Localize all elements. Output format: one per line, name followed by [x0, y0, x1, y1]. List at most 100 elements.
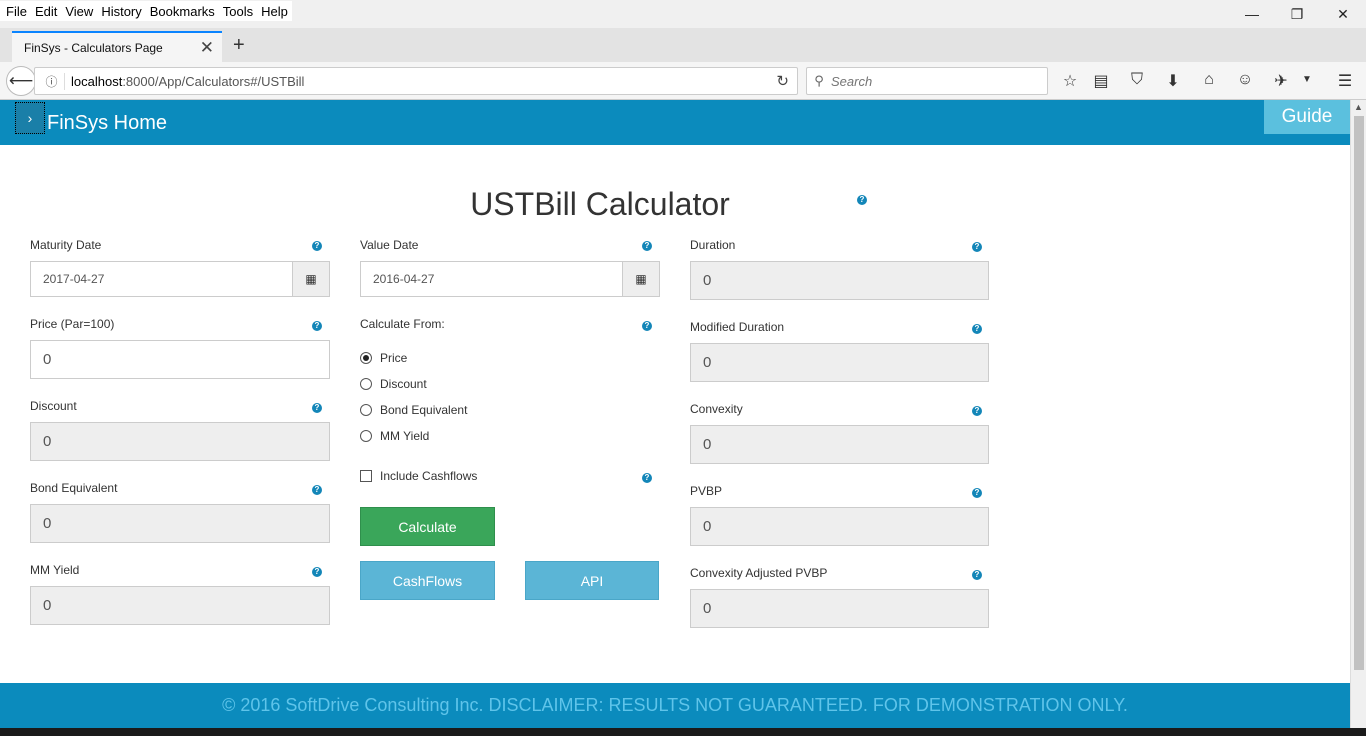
site-info-icon[interactable]: ⓘ	[39, 72, 65, 90]
radio-mm-yield-indicator[interactable]	[360, 430, 372, 442]
bookmark-star-icon[interactable]: ☆	[1058, 71, 1082, 93]
calculate-from-help-icon[interactable]: ?	[642, 321, 652, 331]
chat-icon[interactable]: ☺	[1233, 71, 1257, 93]
radio-bond-equivalent-label: Bond Equivalent	[380, 403, 468, 417]
maturity-date-label: Maturity Date	[30, 238, 102, 252]
duration-help-icon[interactable]: ?	[972, 242, 982, 252]
menu-history[interactable]: History	[97, 4, 145, 19]
navigation-toolbar: ⟵ ⓘ localhost:8000/App/Calculators#/USTB…	[0, 62, 1366, 100]
discount-help-icon[interactable]: ?	[312, 403, 322, 413]
menu-help[interactable]: Help	[257, 4, 292, 19]
discount-label: Discount	[30, 399, 77, 413]
downloads-icon[interactable]: ⬇	[1161, 71, 1185, 93]
sidebar-toggle-button[interactable]: ›	[15, 102, 45, 134]
include-cashflows-checkbox[interactable]: Include Cashflows	[360, 469, 477, 483]
search-bar[interactable]: ⚲	[806, 67, 1048, 95]
radio-price[interactable]: Price	[360, 351, 407, 365]
convexity-adjusted-pvbp-label: Convexity Adjusted PVBP	[690, 566, 828, 580]
guide-button[interactable]: Guide	[1264, 100, 1350, 134]
maturity-help-icon[interactable]: ?	[312, 241, 322, 251]
menu-list: File Edit View History Bookmarks Tools H…	[0, 1, 292, 21]
overflow-chevron-icon[interactable]: ▼	[1295, 74, 1319, 96]
restore-button[interactable]: ❐	[1274, 0, 1320, 28]
include-cashflows-help-icon[interactable]: ?	[642, 473, 652, 483]
menu-bar: File Edit View History Bookmarks Tools H…	[0, 0, 1366, 22]
brand-link[interactable]: FinSys Home	[47, 112, 167, 135]
value-date-help-icon[interactable]: ?	[642, 241, 652, 251]
url-host: localhost	[71, 73, 123, 89]
mm-yield-label: MM Yield	[30, 563, 80, 577]
page-title: USTBill Calculator	[470, 186, 730, 222]
page-scrollbar[interactable]: ▲	[1350, 100, 1366, 728]
price-label: Price (Par=100)	[30, 317, 115, 331]
radio-mm-yield[interactable]: MM Yield	[360, 429, 429, 443]
page-content: › FinSys Home Guide USTBill Calculator ?…	[0, 100, 1350, 728]
scroll-up-icon[interactable]: ▲	[1354, 102, 1363, 112]
close-window-button[interactable]: ✕	[1320, 0, 1366, 28]
convexity-help-icon[interactable]: ?	[972, 406, 982, 416]
radio-bond-equivalent-indicator[interactable]	[360, 404, 372, 416]
pvbp-label: PVBP	[690, 484, 723, 498]
footer-disclaimer: © 2016 SoftDrive Consulting Inc. DISCLAI…	[0, 683, 1350, 728]
url-text: localhost:8000/App/Calculators#/USTBill	[65, 74, 304, 89]
pvbp-field: 0	[690, 507, 989, 546]
modified-duration-help-icon[interactable]: ?	[972, 324, 982, 334]
price-input[interactable]: 0	[30, 340, 330, 379]
radio-price-indicator[interactable]	[360, 352, 372, 364]
calendar-icon[interactable]: ▦	[622, 262, 659, 296]
new-tab-button[interactable]: +	[233, 34, 245, 57]
value-date-input[interactable]: 2016-04-27	[361, 262, 622, 296]
back-arrow-icon: ⟵	[8, 71, 34, 90]
maturity-date-input[interactable]: 2017-04-27	[31, 262, 292, 296]
tab-close-icon[interactable]: ✕	[200, 38, 214, 58]
calculate-button[interactable]: Calculate	[360, 507, 495, 546]
cashflows-button[interactable]: CashFlows	[360, 561, 495, 600]
mm-yield-help-icon[interactable]: ?	[312, 567, 322, 577]
back-button[interactable]: ⟵	[6, 66, 36, 96]
discount-field: 0	[30, 422, 330, 461]
reader-list-icon[interactable]: ▤	[1089, 71, 1113, 93]
pocket-icon[interactable]: ⛉	[1125, 71, 1149, 93]
modified-duration-label: Modified Duration	[690, 320, 785, 334]
radio-bond-equivalent[interactable]: Bond Equivalent	[360, 403, 467, 417]
calendar-icon[interactable]: ▦	[292, 262, 329, 296]
url-path: :8000/App/Calculators#/USTBill	[122, 73, 305, 89]
value-date-label: Value Date	[360, 238, 419, 252]
radio-discount-label: Discount	[380, 377, 427, 391]
minimize-button[interactable]: —	[1229, 0, 1275, 28]
convexity-adjusted-pvbp-field: 0	[690, 589, 989, 628]
modified-duration-field: 0	[690, 343, 989, 382]
home-icon[interactable]: ⌂	[1197, 71, 1221, 93]
search-input[interactable]	[831, 73, 1031, 89]
menu-tools[interactable]: Tools	[219, 4, 257, 19]
radio-price-label: Price	[380, 351, 408, 365]
mm-yield-field: 0	[30, 586, 330, 625]
app-header: › FinSys Home Guide	[0, 100, 1350, 145]
menu-file[interactable]: File	[2, 4, 31, 19]
extension-icon[interactable]: ✈	[1269, 71, 1293, 93]
title-help-icon[interactable]: ?	[857, 195, 867, 205]
price-help-icon[interactable]: ?	[312, 321, 322, 331]
include-cashflows-box[interactable]	[360, 470, 372, 482]
menu-bookmarks[interactable]: Bookmarks	[146, 4, 219, 19]
menu-view[interactable]: View	[61, 4, 97, 19]
scrollbar-thumb[interactable]	[1354, 116, 1364, 670]
api-button[interactable]: API	[525, 561, 659, 600]
maturity-date-picker[interactable]: 2017-04-27 ▦	[30, 261, 330, 297]
convexity-adjusted-pvbp-help-icon[interactable]: ?	[972, 570, 982, 580]
radio-discount[interactable]: Discount	[360, 377, 427, 391]
calculate-from-label: Calculate From:	[360, 317, 445, 331]
value-date-picker[interactable]: 2016-04-27 ▦	[360, 261, 660, 297]
radio-discount-indicator[interactable]	[360, 378, 372, 390]
bond-equivalent-help-icon[interactable]: ?	[312, 485, 322, 495]
convexity-field: 0	[690, 425, 989, 464]
url-bar[interactable]: ⓘ localhost:8000/App/Calculators#/USTBil…	[34, 67, 798, 95]
pvbp-help-icon[interactable]: ?	[972, 488, 982, 498]
hamburger-menu-icon[interactable]: ☰	[1333, 71, 1357, 93]
include-cashflows-label: Include Cashflows	[380, 469, 478, 483]
tab-finsys[interactable]: FinSys - Calculators Page ✕	[12, 31, 222, 62]
bond-equivalent-field: 0	[30, 504, 330, 543]
reload-icon[interactable]: ↻	[776, 72, 789, 90]
menu-edit[interactable]: Edit	[31, 4, 61, 19]
tab-strip: FinSys - Calculators Page ✕	[0, 28, 1366, 62]
